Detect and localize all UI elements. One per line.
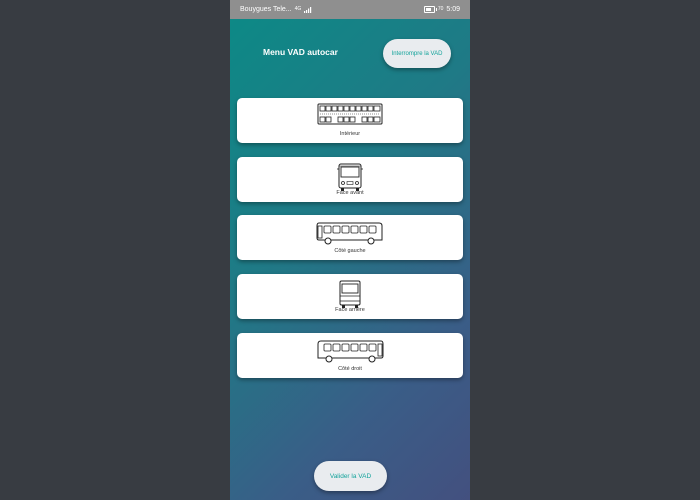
- view-card-right-side[interactable]: Côté droit: [237, 333, 463, 378]
- bus-rear-icon: [339, 280, 361, 308]
- bus-front-icon: [337, 163, 363, 191]
- carrier-name: Bouygues Tele...: [240, 6, 292, 13]
- status-left: Bouygues Tele... 4G: [240, 6, 312, 13]
- view-card-rear[interactable]: Face arrière: [237, 274, 463, 319]
- view-card-label: Côté gauche: [334, 248, 366, 254]
- bus-right-side-icon: [317, 340, 384, 363]
- view-card-interior[interactable]: Intérieur: [237, 98, 463, 143]
- validate-vad-button[interactable]: Valider la VAD: [314, 461, 387, 491]
- signal-icon: [304, 6, 312, 13]
- bus-interior-icon: [317, 103, 383, 125]
- network-type: 4G: [294, 6, 302, 12]
- battery-icon: [423, 6, 437, 13]
- interrupt-vad-button[interactable]: Interrompre la VAD: [383, 39, 451, 68]
- battery-percent: 70: [437, 6, 444, 12]
- page-title: Menu VAD autocar: [263, 47, 338, 57]
- bus-left-side-icon: [316, 222, 383, 245]
- view-card-label: Face avant: [336, 190, 364, 196]
- view-card-front[interactable]: Face avant: [237, 157, 463, 202]
- view-card-label: Face arrière: [335, 307, 365, 313]
- status-bar: Bouygues Tele... 4G 70 5:09: [230, 0, 470, 19]
- view-card-label: Intérieur: [339, 131, 361, 137]
- status-right: 70 5:09: [423, 6, 460, 13]
- view-card-left-side[interactable]: Côté gauche: [237, 215, 463, 260]
- phone-screen: Bouygues Tele... 4G 70 5:09 Menu VAD aut…: [230, 0, 470, 500]
- view-card-label: Côté droit: [338, 366, 362, 372]
- clock: 5:09: [446, 6, 460, 13]
